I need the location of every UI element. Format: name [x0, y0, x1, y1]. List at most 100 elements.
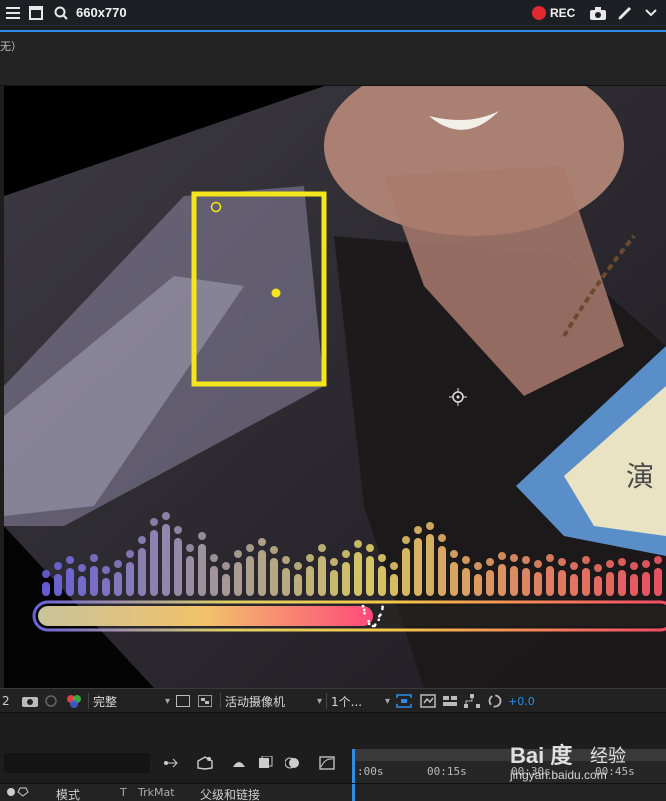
chevron-down-icon: ▾	[164, 695, 170, 707]
ruler-time-1: 00:15s	[427, 765, 467, 778]
spectrum-bar	[102, 578, 110, 596]
shy-layers-icon[interactable]	[230, 755, 248, 771]
trkmat-column-header[interactable]: TrkMat	[138, 786, 175, 799]
region-of-interest-icon[interactable]	[176, 693, 190, 709]
flowchart-icon[interactable]	[464, 693, 480, 709]
spectrum-peak-dot	[126, 550, 134, 558]
record-button[interactable]: REC	[550, 6, 575, 20]
mode-column-header[interactable]: 模式	[56, 786, 80, 801]
t-column-header[interactable]: T	[120, 786, 127, 799]
camera-icon[interactable]	[589, 4, 607, 22]
spectrum-peak-dot	[594, 564, 602, 572]
spectrum-bar	[642, 572, 650, 596]
spectrum-peak-dot	[66, 556, 74, 564]
sparkle-particle	[367, 619, 370, 623]
spectrum-peak-dot	[186, 544, 194, 552]
spectrum-bar	[630, 574, 638, 596]
transparency-grid-icon[interactable]	[198, 693, 212, 709]
spectrum-bar	[42, 582, 50, 596]
chevron-down-icon[interactable]	[642, 4, 660, 22]
spectrum-peak-dot	[318, 544, 326, 552]
spectrum-peak-dot	[546, 554, 554, 562]
spectrum-peak-dot	[642, 560, 650, 568]
spectrum-progress-bar	[32, 600, 666, 632]
spectrum-peak-dot	[654, 556, 662, 564]
box-center-handle[interactable]	[271, 288, 281, 298]
show-snapshot-icon[interactable]	[44, 693, 58, 709]
draft-3d-icon[interactable]	[196, 755, 214, 771]
spectrum-bar	[486, 570, 494, 596]
baidu-logo: Bai 度	[510, 743, 573, 768]
spectrum-peak-dot	[282, 556, 290, 564]
spectrum-peak-dot	[102, 566, 110, 574]
spectrum-peak-dot	[90, 554, 98, 562]
spectrum-bar	[294, 574, 302, 596]
spectrum-bar	[78, 576, 86, 596]
sparkle-particle	[381, 605, 384, 609]
panel-tab-label[interactable]: 无）	[0, 38, 22, 54]
toggle-pixel-aspect-icon[interactable]	[396, 693, 412, 709]
spectrum-peak-dot	[162, 512, 170, 520]
spectrum-peak-dot	[462, 556, 470, 564]
spectrum-peak-dot	[246, 544, 254, 552]
spectrum-bar	[198, 544, 206, 596]
book-sign-text: 演	[626, 460, 654, 493]
timeline-search-input[interactable]	[4, 753, 150, 773]
chevron-down-icon: ▾	[384, 695, 390, 707]
spectrum-peak-dot	[234, 550, 242, 558]
spectrum-bar	[618, 570, 626, 596]
spectrum-peak-dot	[402, 536, 410, 544]
spectrum-peak-dot	[582, 556, 590, 564]
search-icon[interactable]	[52, 4, 70, 22]
spectrum-bar	[222, 574, 230, 596]
resolution-dropdown[interactable]: 完整 ▾	[88, 693, 170, 709]
composition-panel-header: 无）	[0, 32, 666, 86]
frame-blending-icon[interactable]	[256, 755, 274, 771]
playhead-marker[interactable]	[352, 784, 355, 801]
menu-icon[interactable]	[4, 4, 22, 22]
sparkle-particle	[362, 608, 366, 612]
spectrum-peak-dot	[414, 526, 422, 534]
spectrum-peak-dot	[558, 558, 566, 566]
composition-viewer[interactable]: 演	[4, 86, 666, 688]
view-layout-value: 1个...	[331, 694, 363, 709]
recorder-toolbar: 660x770 REC	[0, 0, 666, 26]
view-layout-dropdown[interactable]: 1个... ▾	[326, 693, 390, 709]
viewer-canvas[interactable]: 演	[4, 86, 666, 688]
spectrum-peak-dot	[522, 556, 530, 564]
spectrum-bar	[546, 566, 554, 596]
spectrum-peak-dot	[390, 562, 398, 570]
spectrum-bar	[162, 524, 170, 596]
spectrum-bar	[330, 570, 338, 596]
spectrum-bar	[534, 572, 542, 596]
parent-column-header[interactable]: 父级和链接	[200, 786, 260, 801]
spectrum-bar	[114, 572, 122, 596]
layer-number: 2	[2, 694, 10, 708]
record-dot-icon[interactable]	[532, 6, 546, 20]
camera-view-dropdown[interactable]: 活动摄像机 ▾	[220, 693, 322, 709]
spectrum-peak-dot	[510, 554, 518, 562]
spectrum-peak-dot	[426, 522, 434, 530]
spectrum-bar	[378, 566, 386, 596]
spectrum-bar	[210, 566, 218, 596]
spectrum-peak-dot	[54, 562, 62, 570]
exposure-value[interactable]: +0.0	[508, 693, 535, 709]
pen-icon[interactable]	[616, 4, 634, 22]
snapshot-icon[interactable]	[22, 693, 38, 709]
spectrum-bar	[282, 568, 290, 596]
spectrum-peak-dot	[150, 518, 158, 526]
spectrum-bar	[318, 556, 326, 596]
spectrum-bar	[174, 538, 182, 596]
spectrum-peak-dot	[198, 532, 206, 540]
motion-blur-icon[interactable]	[284, 755, 302, 771]
composition-flow-icon[interactable]	[162, 755, 180, 771]
color-channels-icon[interactable]	[66, 693, 82, 709]
reset-exposure-icon[interactable]	[488, 693, 502, 709]
fast-preview-icon[interactable]	[420, 693, 436, 709]
camera-view-value: 活动摄像机	[225, 694, 286, 709]
spectrum-bar	[654, 568, 662, 596]
solo-icon[interactable]	[6, 786, 34, 801]
window-icon[interactable]	[27, 4, 45, 22]
timeline-panel-icon[interactable]	[442, 693, 458, 709]
graph-editor-icon[interactable]	[318, 755, 336, 771]
